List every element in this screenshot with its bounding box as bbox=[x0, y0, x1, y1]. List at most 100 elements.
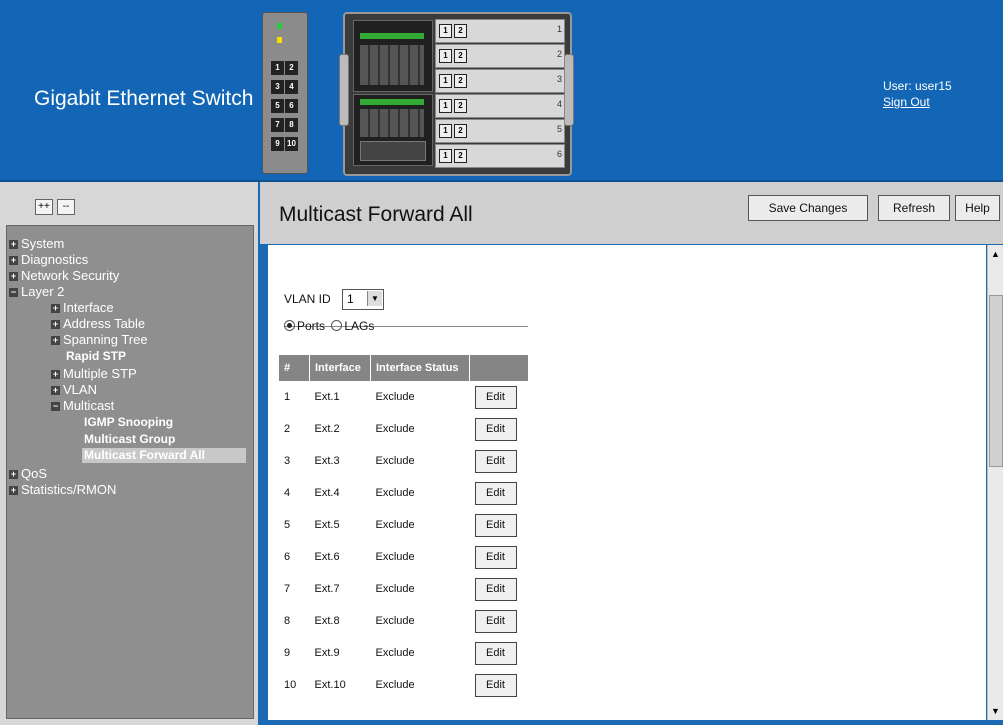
save-changes-button[interactable]: Save Changes bbox=[748, 195, 868, 221]
port-icon: 7 bbox=[271, 118, 284, 132]
row-num: 5 bbox=[284, 519, 291, 531]
nav-item-spanning-tree[interactable]: + Spanning Tree bbox=[51, 332, 148, 347]
edit-button[interactable]: Edit bbox=[474, 449, 517, 473]
table-row: 2 Ext.2 Exclude Edit bbox=[279, 413, 528, 445]
user-info: User: user15 Sign Out bbox=[883, 78, 952, 110]
expand-icon: + bbox=[51, 303, 60, 313]
switch-slot-icon: 12 2 bbox=[435, 44, 565, 68]
nav-item-multicast-forward-all[interactable]: Multicast Forward All bbox=[82, 448, 246, 463]
vlan-id-label: VLAN ID bbox=[284, 292, 331, 306]
nav-item-interface[interactable]: + Interface bbox=[51, 300, 114, 315]
row-num: 4 bbox=[284, 487, 291, 499]
ports-radio[interactable] bbox=[284, 320, 295, 331]
help-button[interactable]: Help bbox=[955, 195, 1000, 221]
row-status: Exclude bbox=[375, 551, 415, 563]
switch-slot-icon: 12 3 bbox=[435, 69, 565, 93]
nav-item-igmp-snooping[interactable]: IGMP Snooping bbox=[84, 415, 173, 430]
row-interface: Ext.9 bbox=[314, 647, 340, 659]
row-status: Exclude bbox=[375, 679, 415, 691]
scroll-up-icon[interactable]: ▲ bbox=[989, 247, 1002, 261]
nav-item-statistics-rmon[interactable]: + Statistics/RMON bbox=[9, 482, 116, 497]
col-header-action bbox=[469, 355, 528, 381]
switch-module-image: 1 2 3 4 5 6 7 8 9 10 bbox=[262, 12, 308, 174]
nav-item-address-table[interactable]: + Address Table bbox=[51, 316, 145, 331]
expand-icon: + bbox=[51, 335, 60, 345]
lags-radio-label: LAGs bbox=[344, 319, 375, 333]
table-row: 8 Ext.8 Exclude Edit bbox=[279, 605, 528, 637]
edit-button[interactable]: Edit bbox=[474, 481, 517, 505]
expand-icon: + bbox=[9, 271, 18, 281]
port-icon: 3 bbox=[271, 80, 284, 94]
port-icon: 2 bbox=[285, 61, 298, 75]
interface-table: # Interface Interface Status 1 Ext.1 Exclu… bbox=[279, 355, 528, 701]
row-interface: Ext.7 bbox=[314, 583, 340, 595]
port-icon: 6 bbox=[285, 99, 298, 113]
edit-button[interactable]: Edit bbox=[474, 641, 517, 665]
edit-button[interactable]: Edit bbox=[474, 609, 517, 633]
collapse-icon: − bbox=[9, 287, 18, 297]
expand-icon: + bbox=[9, 485, 18, 495]
expand-icon: + bbox=[51, 385, 60, 395]
scroll-down-icon[interactable]: ▼ bbox=[989, 704, 1002, 718]
blade-bay-icon bbox=[353, 20, 433, 92]
nav-item-multiple-stp[interactable]: + Multiple STP bbox=[51, 366, 137, 381]
row-status: Exclude bbox=[375, 647, 415, 659]
collapse-icon: − bbox=[51, 401, 60, 411]
nav-item-qos[interactable]: + QoS bbox=[9, 466, 47, 481]
refresh-button[interactable]: Refresh bbox=[878, 195, 950, 221]
table-row: 9 Ext.9 Exclude Edit bbox=[279, 637, 528, 669]
port-icon: 9 bbox=[271, 137, 284, 151]
table-row: 3 Ext.3 Exclude Edit bbox=[279, 445, 528, 477]
nav-tree: + System + Diagnostics + Network Security −… bbox=[6, 225, 254, 719]
expand-icon: + bbox=[9, 469, 18, 479]
row-interface: Ext.2 bbox=[314, 423, 340, 435]
edit-button[interactable]: Edit bbox=[474, 513, 517, 537]
row-status: Exclude bbox=[375, 615, 415, 627]
row-num: 2 bbox=[284, 423, 291, 435]
table-row: 6 Ext.6 Exclude Edit bbox=[279, 541, 528, 573]
switch-slot-icon: 12 5 bbox=[435, 119, 565, 143]
row-num: 8 bbox=[284, 615, 291, 627]
status-led-icon bbox=[277, 37, 282, 43]
chevron-down-icon[interactable]: ▼ bbox=[367, 291, 382, 306]
row-num: 9 bbox=[284, 647, 291, 659]
sign-out-link[interactable]: Sign Out bbox=[883, 94, 952, 110]
col-header-num: # bbox=[279, 355, 310, 381]
edit-button[interactable]: Edit bbox=[474, 545, 517, 569]
table-row: 4 Ext.4 Exclude Edit bbox=[279, 477, 528, 509]
row-status: Exclude bbox=[375, 455, 415, 467]
port-icon: 5 bbox=[271, 99, 284, 113]
port-icon: 4 bbox=[285, 80, 298, 94]
switch-slot-icon: 12 6 bbox=[435, 144, 565, 168]
row-interface: Ext.1 bbox=[314, 391, 340, 403]
interface-type-radios: Ports LAGs bbox=[284, 319, 374, 333]
nav-item-layer-2[interactable]: − Layer 2 bbox=[9, 284, 64, 299]
nav-item-multicast-group[interactable]: Multicast Group bbox=[84, 432, 175, 447]
nav-item-system[interactable]: + System bbox=[9, 236, 64, 251]
expand-all-button[interactable]: ++ bbox=[35, 199, 53, 215]
ports-radio-label: Ports bbox=[297, 319, 326, 333]
nav-item-multicast[interactable]: − Multicast bbox=[51, 398, 114, 413]
row-status: Exclude bbox=[375, 391, 415, 403]
vertical-scrollbar[interactable]: ▲ ▼ bbox=[987, 245, 1003, 720]
page-title: Multicast Forward All bbox=[279, 203, 473, 226]
col-header-interface: Interface bbox=[309, 355, 371, 381]
table-header-row: # Interface Interface Status bbox=[279, 355, 528, 381]
switch-slot-icon: 12 4 bbox=[435, 94, 565, 118]
edit-button[interactable]: Edit bbox=[474, 673, 517, 697]
lags-radio[interactable] bbox=[331, 320, 343, 331]
expand-icon: + bbox=[9, 255, 18, 265]
edit-button[interactable]: Edit bbox=[474, 417, 517, 441]
nav-item-diagnostics[interactable]: + Diagnostics bbox=[9, 252, 88, 267]
nav-item-vlan[interactable]: + VLAN bbox=[51, 382, 97, 397]
port-icon: 8 bbox=[285, 118, 298, 132]
nav-item-network-security[interactable]: + Network Security bbox=[9, 268, 119, 283]
vlan-id-select[interactable]: 1 ▼ bbox=[342, 289, 384, 310]
scroll-thumb[interactable] bbox=[989, 295, 1003, 467]
nav-item-rapid-stp[interactable]: Rapid STP bbox=[66, 349, 126, 364]
table-row: 7 Ext.7 Exclude Edit bbox=[279, 573, 528, 605]
switch-chassis-image: 12 1 12 2 12 3 12 4 12 5 12 6 bbox=[339, 12, 574, 176]
edit-button[interactable]: Edit bbox=[474, 385, 517, 409]
collapse-all-button[interactable]: -- bbox=[57, 199, 75, 215]
edit-button[interactable]: Edit bbox=[474, 577, 517, 601]
